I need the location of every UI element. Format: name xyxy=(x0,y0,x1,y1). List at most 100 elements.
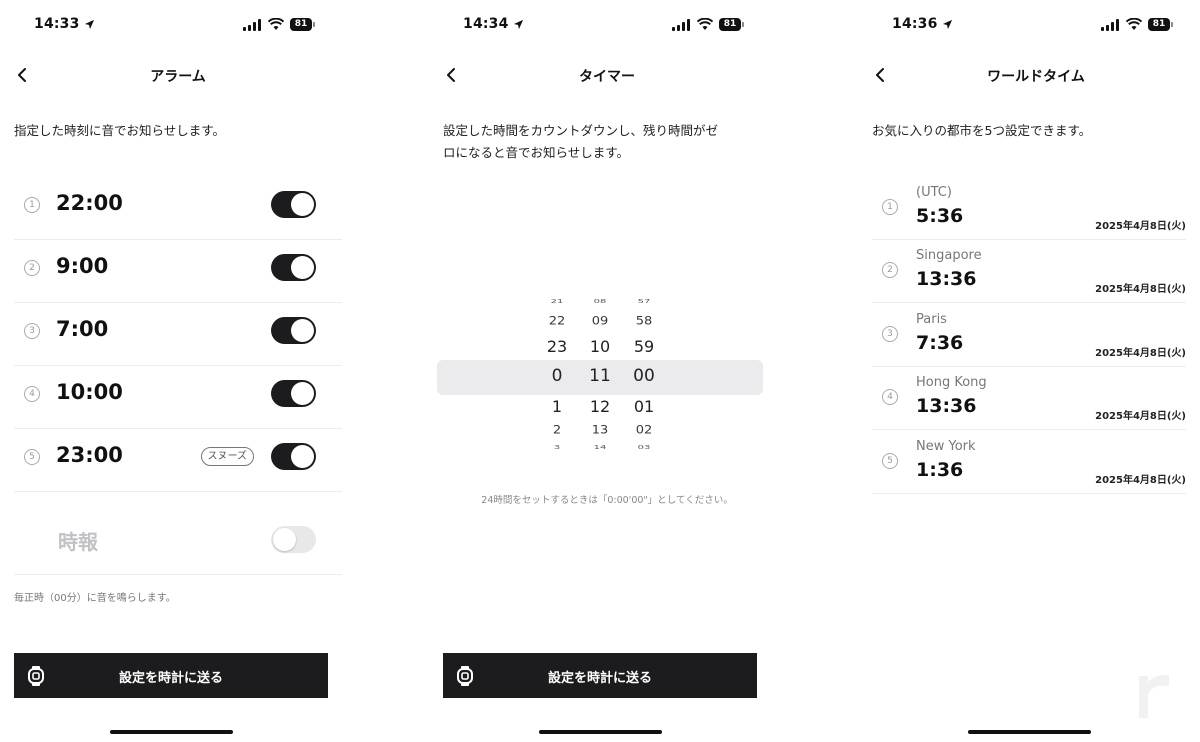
picker-value[interactable]: 13 xyxy=(575,424,625,437)
picker-value[interactable]: 59 xyxy=(619,337,669,356)
chime-label: 時報 xyxy=(58,530,98,554)
city-row-3[interactable]: 3 Paris 7:36 2025年4月8日(火) xyxy=(872,304,1186,367)
location-arrow-icon xyxy=(84,19,94,29)
picker-value[interactable]: 08 xyxy=(575,298,625,304)
nav-header: ワールドタイム xyxy=(858,62,1200,90)
alarm-toggle[interactable] xyxy=(271,317,316,344)
city-row-2[interactable]: 2 Singapore 13:36 2025年4月8日(火) xyxy=(872,240,1186,303)
send-to-watch-button[interactable]: 設定を時計に送る xyxy=(14,653,328,698)
worldtime-description: お気に入りの都市を5つ設定できます。 xyxy=(872,123,1092,138)
alarm-time: 23:00 xyxy=(56,443,123,467)
status-time: 14:33 xyxy=(34,16,80,32)
signal-icon xyxy=(1101,19,1119,31)
timer-description: 設定した時間をカウントダウンし、残り時間がゼ ロになると音でお知らせします。 xyxy=(443,120,773,164)
picker-minutes-column[interactable]: 08 09 10 11 12 13 14 xyxy=(575,296,625,456)
circled-number-icon: 2 xyxy=(24,260,40,276)
picker-value[interactable]: 09 xyxy=(575,315,625,328)
battery-level: 81 xyxy=(290,18,312,31)
city-name: Hong Kong xyxy=(916,375,987,390)
alarm-time: 22:00 xyxy=(56,191,123,215)
battery-icon: 81 xyxy=(1148,18,1174,31)
city-row-4[interactable]: 4 Hong Kong 13:36 2025年4月8日(火) xyxy=(872,367,1186,430)
city-time: 13:36 xyxy=(916,395,977,417)
alarm-row-1[interactable]: 1 22:00 xyxy=(14,177,342,240)
picker-value[interactable]: 00 xyxy=(619,366,669,386)
city-time: 1:36 xyxy=(916,459,964,481)
picker-value[interactable]: 02 xyxy=(619,424,669,437)
chime-note: 毎正時（00分）に音を鳴らします。 xyxy=(14,593,176,604)
timer-note: 24時間をセットするときは「0:00'00"」としてください。 xyxy=(481,495,733,506)
picker-value[interactable]: 58 xyxy=(619,315,669,328)
picker-value[interactable]: 03 xyxy=(619,444,669,450)
chime-row[interactable]: 時報 xyxy=(14,512,342,575)
home-indicator xyxy=(110,730,233,734)
page-title: タイマー xyxy=(579,69,635,85)
chime-toggle[interactable] xyxy=(271,526,316,553)
page-title: ワールドタイム xyxy=(987,69,1085,85)
picker-seconds-column[interactable]: 57 58 59 00 01 02 03 xyxy=(619,296,669,456)
city-time: 7:36 xyxy=(916,332,964,354)
send-button-label: 設定を時計に送る xyxy=(547,671,652,686)
alarm-description: 指定した時刻に音でお知らせします。 xyxy=(14,123,226,138)
circled-number-icon: 1 xyxy=(882,199,898,215)
picker-value[interactable]: 12 xyxy=(575,397,625,416)
city-time: 5:36 xyxy=(916,205,964,227)
alarm-toggle[interactable] xyxy=(271,443,316,470)
city-time: 13:36 xyxy=(916,268,977,290)
city-name: (UTC) xyxy=(916,185,952,200)
alarm-row-3[interactable]: 3 7:00 xyxy=(14,303,342,366)
battery-level: 81 xyxy=(719,18,741,31)
alarm-time: 10:00 xyxy=(56,380,123,404)
time-picker[interactable]: 21 22 23 0 1 2 3 08 09 10 11 12 13 14 57 58 59 00 01 02 03 xyxy=(437,296,763,456)
battery-icon: 81 xyxy=(719,18,745,31)
send-to-watch-button[interactable]: 設定を時計に送る xyxy=(443,653,757,698)
home-indicator xyxy=(539,730,662,734)
circled-number-icon: 2 xyxy=(882,262,898,278)
city-row-1[interactable]: 1 (UTC) 5:36 2025年4月8日(火) xyxy=(872,177,1186,240)
city-date: 2025年4月8日(火) xyxy=(1095,411,1186,422)
wifi-icon xyxy=(697,18,713,30)
picker-value[interactable]: 57 xyxy=(619,298,669,304)
alarm-time: 7:00 xyxy=(56,317,109,341)
alarm-toggle[interactable] xyxy=(271,380,316,407)
wifi-icon xyxy=(268,18,284,30)
circled-number-icon: 3 xyxy=(882,326,898,342)
city-date: 2025年4月8日(火) xyxy=(1095,284,1186,295)
status-bar: 14:36 81 xyxy=(858,16,1200,36)
city-name: Paris xyxy=(916,312,947,327)
alarm-row-5[interactable]: 5 23:00 スヌーズ xyxy=(14,429,342,492)
circled-number-icon: 5 xyxy=(882,453,898,469)
circled-number-icon: 5 xyxy=(24,449,40,465)
alarm-row-2[interactable]: 2 9:00 xyxy=(14,240,342,303)
circled-number-icon: 4 xyxy=(24,386,40,402)
watermark-r-logo xyxy=(1139,674,1169,718)
send-button-label: 設定を時計に送る xyxy=(118,671,223,686)
status-bar: 14:33 81 xyxy=(0,16,356,36)
city-date: 2025年4月8日(火) xyxy=(1095,475,1186,486)
location-arrow-icon xyxy=(513,19,523,29)
battery-level: 81 xyxy=(1148,18,1170,31)
city-date: 2025年4月8日(火) xyxy=(1095,348,1186,359)
signal-icon xyxy=(243,19,261,31)
picker-value[interactable]: 01 xyxy=(619,397,669,416)
alarm-toggle[interactable] xyxy=(271,254,316,281)
status-bar: 14:34 81 xyxy=(429,16,785,36)
city-date: 2025年4月8日(火) xyxy=(1095,221,1186,232)
battery-icon: 81 xyxy=(290,18,316,31)
nav-header: タイマー xyxy=(429,62,785,90)
page-title: アラーム xyxy=(150,69,206,85)
alarm-row-4[interactable]: 4 10:00 xyxy=(14,366,342,429)
alarm-time: 9:00 xyxy=(56,254,109,278)
nav-header: アラーム xyxy=(0,62,356,90)
picker-value[interactable]: 10 xyxy=(575,337,625,356)
picker-value[interactable]: 14 xyxy=(575,444,625,450)
status-time: 14:34 xyxy=(463,16,509,32)
picker-value[interactable]: 11 xyxy=(575,366,625,386)
circled-number-icon: 3 xyxy=(24,323,40,339)
city-row-5[interactable]: 5 New York 1:36 2025年4月8日(火) xyxy=(872,431,1186,494)
timer-description-line-2: ロになると音でお知らせします。 xyxy=(443,145,630,160)
home-indicator xyxy=(968,730,1091,734)
city-name: New York xyxy=(916,439,976,454)
alarm-toggle[interactable] xyxy=(271,191,316,218)
city-name: Singapore xyxy=(916,248,982,263)
